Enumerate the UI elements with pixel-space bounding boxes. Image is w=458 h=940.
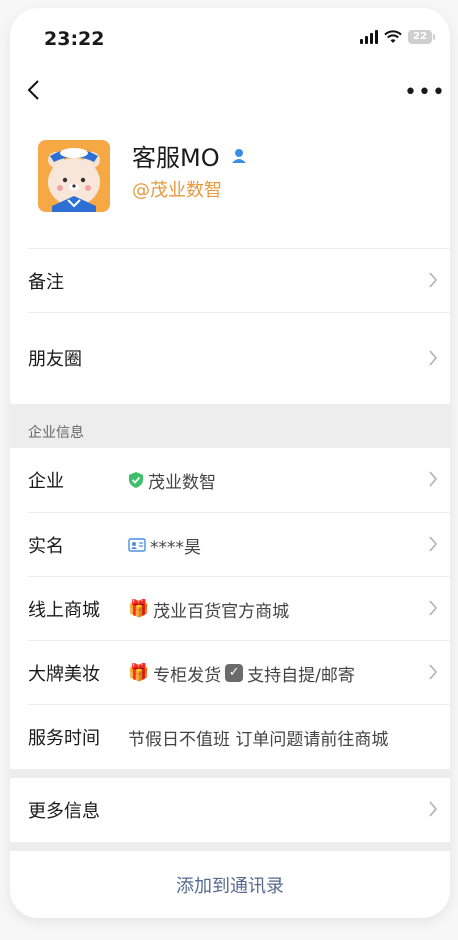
realname-row[interactable]: 实名 ****昊 <box>28 512 450 577</box>
phone-frame: 23:22 22 ••• 客服MO @茂业数智 备注 朋友圈 企业信息 企业 茂… <box>10 8 450 918</box>
moments-row[interactable]: 朋友圈 <box>28 312 450 403</box>
enterprise-section-header: 企业信息 <box>10 404 450 448</box>
profile-header: 客服MO @茂业数智 <box>10 136 450 236</box>
add-to-contacts-button[interactable]: 添加到通讯录 <box>10 857 450 917</box>
enterprise-section-title: 企业信息 <box>28 425 84 441</box>
company-value-wrap: 茂业数智 <box>128 468 216 493</box>
bear-avatar-icon <box>38 140 110 212</box>
chevron-right-icon <box>429 801 438 817</box>
chevron-right-icon <box>429 350 438 366</box>
more-button[interactable]: ••• <box>404 78 445 114</box>
section-divider <box>10 842 450 851</box>
service-hours-row: 服务时间 节假日不值班 订单问题请前往商城 <box>28 704 450 769</box>
brand-value-1: 专柜发货 <box>153 665 222 686</box>
company-label: 企业 <box>28 471 64 492</box>
remark-row[interactable]: 备注 <box>28 248 450 313</box>
wifi-icon <box>384 30 402 43</box>
battery-icon: 22 <box>408 30 435 44</box>
brand-cosmetics-row[interactable]: 大牌美妆 🎁 专柜发货 ✓ 支持自提/邮寄 <box>28 640 450 705</box>
gift-icon: 🎁 <box>128 663 150 683</box>
hours-label: 服务时间 <box>28 728 100 749</box>
chevron-right-icon <box>429 272 438 288</box>
avatar[interactable] <box>38 140 110 212</box>
chevron-right-icon <box>429 536 438 552</box>
name-line: 客服MO <box>132 138 248 173</box>
signal-icon <box>360 30 378 44</box>
remark-label: 备注 <box>28 272 64 293</box>
gift-icon: 🎁 <box>128 599 150 619</box>
more-info-row[interactable]: 更多信息 <box>28 778 450 842</box>
company-value: 茂业数智 <box>148 472 216 493</box>
online-mall-row[interactable]: 线上商城 🎁 茂业百货官方商城 <box>28 576 450 641</box>
mall-value: 茂业百货官方商城 <box>153 601 290 622</box>
moments-label: 朋友圈 <box>28 349 82 370</box>
realname-value-wrap: ****昊 <box>128 533 201 558</box>
more-icon: ••• <box>404 80 446 105</box>
id-card-icon <box>128 538 146 552</box>
company-tag: @茂业数智 <box>132 180 222 201</box>
status-icons: 22 <box>360 30 435 44</box>
section-divider <box>10 769 450 778</box>
more-info-label: 更多信息 <box>28 801 100 822</box>
brand-label: 大牌美妆 <box>28 664 100 685</box>
nav-bar: ••• <box>10 78 450 118</box>
company-row[interactable]: 企业 茂业数智 <box>28 448 450 512</box>
back-arrow-icon <box>27 80 39 100</box>
back-button[interactable] <box>24 78 54 114</box>
status-time: 23:22 <box>44 28 105 50</box>
mall-label: 线上商城 <box>28 600 100 621</box>
contact-name: 客服MO <box>132 144 220 172</box>
realname-value: ****昊 <box>150 537 201 558</box>
person-badge-icon <box>231 148 246 163</box>
chevron-right-icon <box>429 600 438 616</box>
chevron-right-icon <box>429 471 438 487</box>
realname-label: 实名 <box>28 536 64 557</box>
status-bar: 23:22 22 <box>10 8 450 68</box>
verified-shield-icon <box>129 472 143 488</box>
hours-value: 节假日不值班 订单问题请前往商城 <box>128 729 389 750</box>
brand-value-wrap: 🎁 专柜发货 ✓ 支持自提/邮寄 <box>128 661 355 686</box>
mall-value-wrap: 🎁 茂业百货官方商城 <box>128 597 289 622</box>
checkbox-icon: ✓ <box>225 664 244 682</box>
chevron-right-icon <box>429 664 438 680</box>
brand-value-2: 支持自提/邮寄 <box>247 665 355 686</box>
